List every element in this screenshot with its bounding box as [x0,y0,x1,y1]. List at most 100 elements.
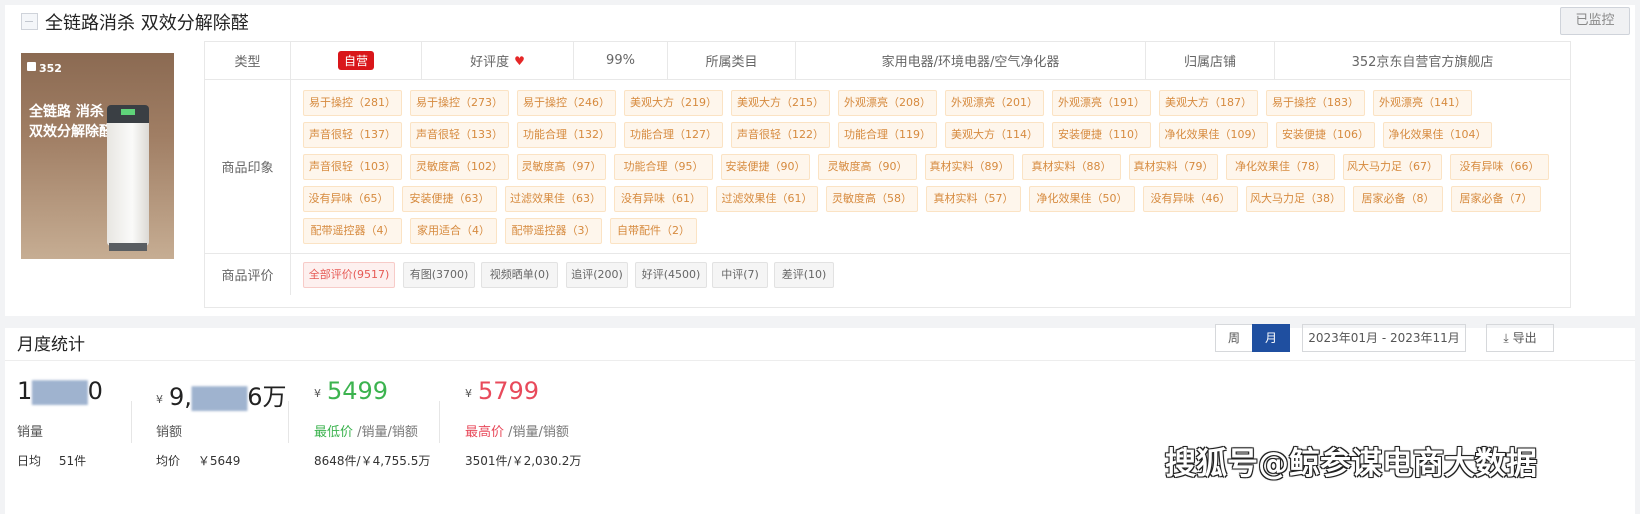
impression-tag[interactable]: 美观大方（215） [731,90,830,116]
impression-tag[interactable]: 声音很轻（122） [731,122,830,148]
impression-tag[interactable]: 功能合理（119） [838,122,937,148]
monitor-button[interactable]: 已监控 [1560,7,1630,35]
impression-tag[interactable]: 净化效果佳（50） [1029,186,1135,212]
impression-tag[interactable]: 灵敏度高（97） [517,154,606,180]
self-operated-badge: 自营 [337,51,374,70]
impression-tag[interactable]: 净化效果佳（78） [1226,154,1335,180]
image-headline-2: 双效分解除醛 [29,124,113,140]
impression-tag[interactable]: 没有异味（65） [303,186,394,212]
impression-tag[interactable]: 配带遥控器（4） [303,218,402,244]
impression-tag[interactable]: 净化效果佳（109） [1159,122,1268,148]
review-filter-chip[interactable]: 全部评价(9517) [303,262,395,288]
stat-divider [131,401,132,443]
export-label: 导出 [1512,331,1537,345]
impression-tag[interactable]: 风大马力足（67） [1343,154,1442,180]
review-filters: 全部评价(9517) 有图(3700) 视频晒单(0) 追评(200) 好评(4500)… [291,253,1570,295]
min-price-label: 最低价 [314,425,354,440]
purifier-screen-graphic [121,109,135,115]
impression-tag[interactable]: 易于操控（273） [410,90,509,116]
impression-tag[interactable]: 美观大方（187） [1159,90,1258,116]
impression-tag[interactable]: 外观漂亮（208） [838,90,937,116]
min-price-caption: 最低价 /销量/销额 [314,421,418,440]
impression-tag[interactable]: 过滤效果佳（61） [716,186,818,212]
impression-tag[interactable]: 居家必备（7） [1451,186,1541,212]
max-price-currency: ¥ [465,387,472,400]
impression-tag[interactable]: 功能合理（132） [517,122,616,148]
sales-label: 销量 [17,425,44,440]
revenue-value-end: 6万 [247,383,287,411]
daily-value: 51件 [58,454,87,468]
impression-tag[interactable]: 外观漂亮（141） [1373,90,1472,116]
rating-label-cell: 好评度 ♥ [422,42,574,79]
revenue-label: 销额 [156,425,183,440]
week-toggle[interactable]: 周 [1215,324,1253,352]
impression-tag[interactable]: 外观漂亮（191） [1052,90,1151,116]
export-button[interactable]: ⤓ 导出 [1486,324,1554,352]
impression-tag[interactable]: 真材实料（89） [925,154,1014,180]
impression-tag[interactable]: 净化效果佳（104） [1383,122,1492,148]
stat-divider [288,401,289,443]
review-filter-chip[interactable]: 有图(3700) [403,262,475,288]
store-link[interactable]: 352京东自营官方旗舰店 [1275,42,1570,79]
impression-tag[interactable]: 安装便捷（106） [1276,122,1375,148]
impression-tag[interactable]: 声音很轻（103） [303,154,402,180]
revenue-currency: ¥ [156,393,163,406]
impression-tag[interactable]: 美观大方（219） [624,90,723,116]
impression-tag[interactable]: 功能合理（95） [614,154,713,180]
max-price-detail: 3501件/￥2,030.2万 [465,454,582,468]
review-filter-chip[interactable]: 中评(7) [712,262,768,288]
impression-tag[interactable]: 风大马力足（38） [1246,186,1345,212]
stat-divider [439,401,440,443]
impression-tag[interactable]: 真材实料（79） [1129,154,1218,180]
reviews-row: 商品评价 全部评价(9517) 有图(3700) 视频晒单(0) 追评(200) 好评(… [205,253,1570,295]
max-price-caption: 最高价 /销量/销额 [465,421,569,440]
impression-tag[interactable]: 过滤效果佳（63） [505,186,606,212]
impression-tag[interactable]: 灵敏度高（90） [818,154,917,180]
impression-tag[interactable]: 声音很轻（133） [410,122,509,148]
impression-tag[interactable]: 功能合理（127） [624,122,723,148]
impressions-row: 商品印象 易于操控（281） 易于操控（273） 易于操控（246） 美观大方（219… [205,79,1570,254]
impression-tag[interactable]: 没有异味（46） [1143,186,1238,212]
category-value: 家用电器/环境电器/空气净化器 [796,42,1146,79]
image-placeholder-icon [21,13,38,30]
image-headline-1: 全链路 消杀 [29,104,104,120]
impression-tag[interactable]: 安装便捷（110） [1052,122,1151,148]
reviews-label: 商品评价 [205,253,291,295]
impression-tag[interactable]: 易于操控（183） [1266,90,1365,116]
min-price-detail: 8648件/￥4,755.5万 [314,454,431,468]
avg-label: 均价 [156,454,181,468]
max-price-label: 最高价 [465,425,505,440]
impression-tag[interactable]: 真材实料（57） [926,186,1021,212]
impression-tag[interactable]: 家用适合（4） [410,218,497,244]
max-price-value: 5799 [478,377,540,405]
product-image[interactable]: 352 全链路 消杀 双效分解除醛 [21,53,174,259]
min-price-value: 5499 [327,377,389,405]
date-range-picker[interactable]: 2023年01月 - 2023年11月 [1302,324,1466,352]
review-filter-chip[interactable]: 好评(4500) [635,262,707,288]
review-filter-chip[interactable]: 差评(10) [774,262,834,288]
impression-tag[interactable]: 易于操控（246） [517,90,616,116]
impression-tag[interactable]: 安装便捷（90） [721,154,810,180]
daily-average: 日均 51件 [17,452,86,469]
impression-tag[interactable]: 声音很轻（137） [303,122,402,148]
impression-tag[interactable]: 居家必备（8） [1353,186,1443,212]
revenue-value: ¥9,▇▇▇6万 [156,377,287,412]
rating-label: 好评度 [470,55,510,70]
sales-value-masked: ▇▇▇ [32,377,88,405]
review-filter-chip[interactable]: 追评(200) [566,262,628,288]
rating-value: 99% [574,42,668,79]
impression-tag[interactable]: 外观漂亮（201） [945,90,1044,116]
type-cell: 自营 [291,42,422,79]
impression-tag[interactable]: 真材实料（88） [1022,154,1121,180]
month-toggle[interactable]: 月 [1252,324,1290,352]
impression-tag[interactable]: 灵敏度高（58） [826,186,918,212]
impression-tag[interactable]: 美观大方（114） [945,122,1044,148]
impression-tag[interactable]: 安装便捷（63） [402,186,497,212]
impression-tag[interactable]: 没有异味（61） [614,186,708,212]
impression-tag[interactable]: 没有异味（66） [1450,154,1549,180]
impression-tag[interactable]: 灵敏度高（102） [410,154,509,180]
impression-tag[interactable]: 自带配件（2） [610,218,697,244]
impression-tag[interactable]: 易于操控（281） [303,90,402,116]
review-filter-chip[interactable]: 视频晒单(0) [481,262,558,288]
impression-tag[interactable]: 配带遥控器（3） [505,218,602,244]
